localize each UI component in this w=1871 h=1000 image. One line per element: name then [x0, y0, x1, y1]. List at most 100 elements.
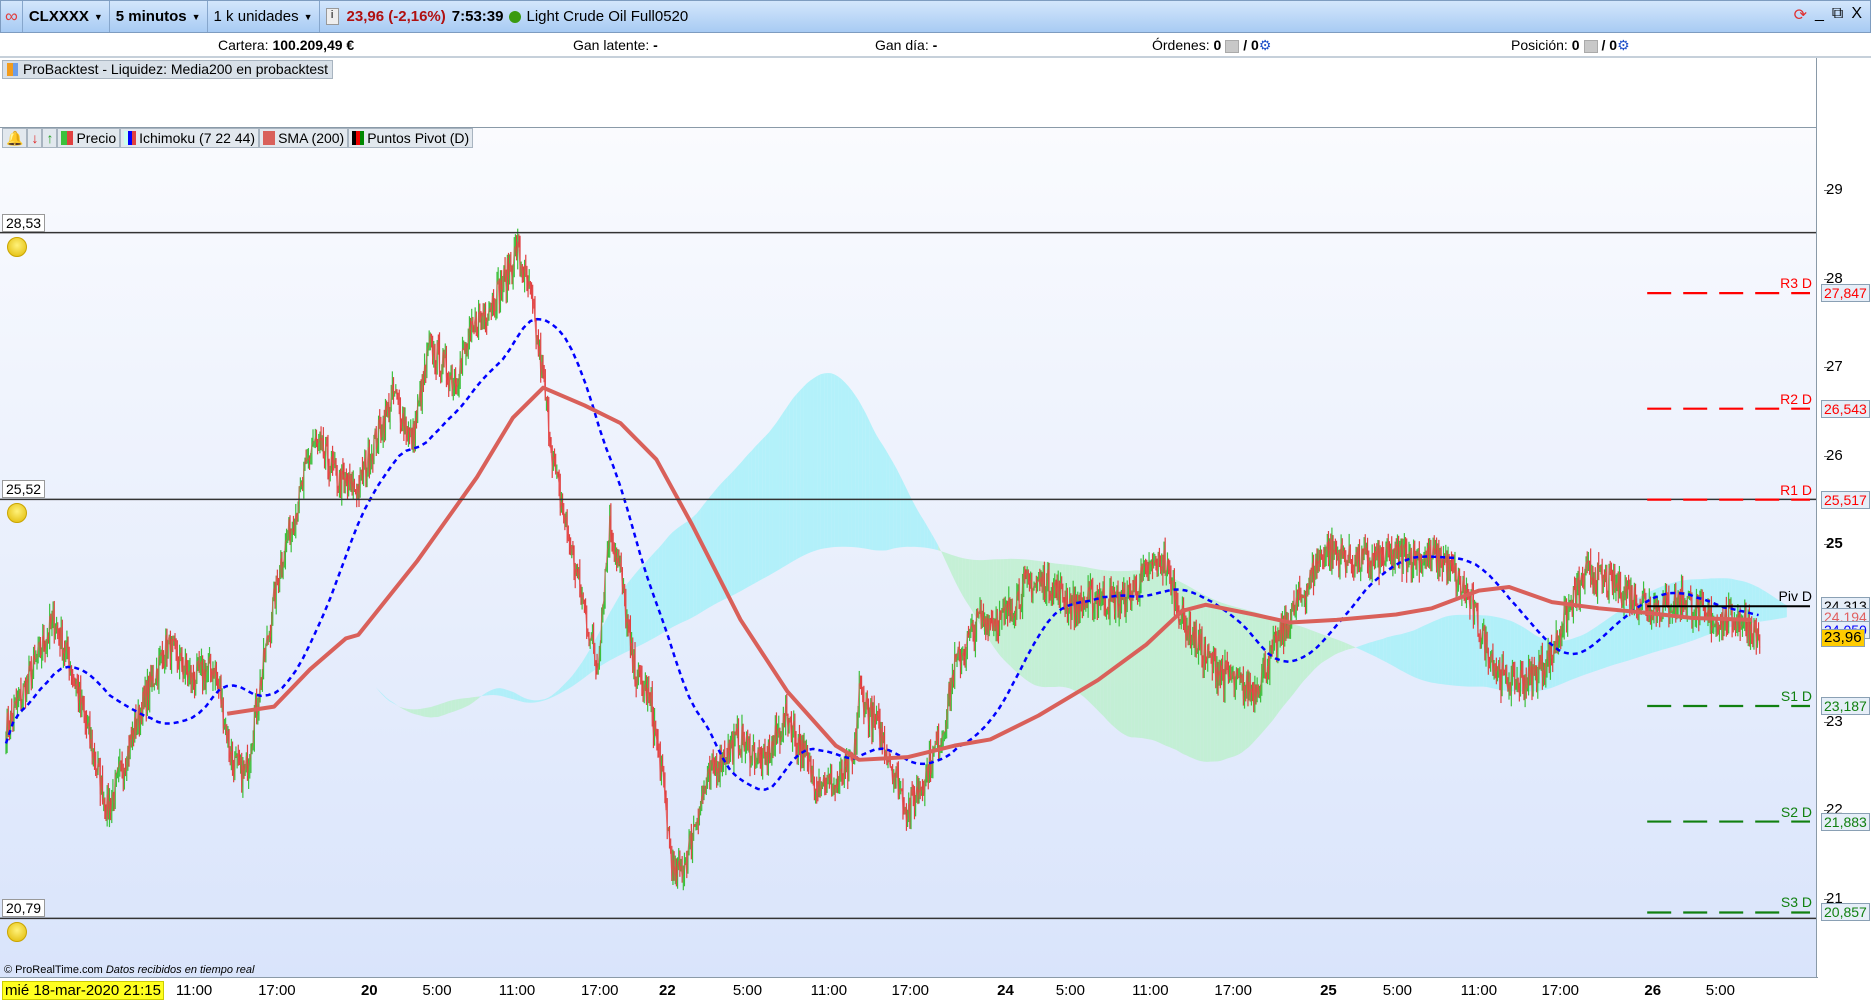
ichimoku-cloud-segment [972, 559, 977, 618]
ichimoku-cloud-segment [348, 667, 352, 669]
ichimoku-cloud-segment [851, 390, 856, 548]
hline-label[interactable]: 28,53 [2, 213, 46, 232]
legend-precio[interactable]: Precio [57, 128, 121, 148]
ichimoku-cloud-segment [1607, 616, 1611, 667]
ichimoku-cloud-segment [555, 689, 559, 696]
cancel-orders-icon[interactable] [1225, 39, 1240, 53]
ichimoku-cloud-segment [1397, 634, 1401, 671]
units-dropdown[interactable]: 1 k unidades ▼ [208, 1, 320, 32]
gear-icon[interactable]: ⚙ [1259, 37, 1272, 53]
gan-latente: Gan latente: - [573, 37, 658, 53]
ichimoku-cloud-segment [330, 668, 335, 671]
legend-ichimoku[interactable]: Ichimoku (7 22 44) [120, 128, 260, 148]
hline-label[interactable]: 20,79 [2, 899, 46, 918]
ichimoku-cloud-segment [1428, 622, 1432, 683]
x-tick-label: 5:00 [1705, 982, 1735, 999]
legend-sma[interactable]: SMA (200) [259, 128, 349, 148]
backtest-title[interactable]: ProBacktest - Liquidez: Media200 en prob… [2, 60, 334, 79]
ichimoku-cloud-segment [603, 617, 607, 665]
ichimoku-cloud-segment [941, 551, 946, 560]
minimize-icon[interactable]: _ [1815, 5, 1824, 25]
ichimoku-cloud-segment [903, 482, 908, 547]
ichimoku-cloud-segment [493, 688, 497, 696]
x-tick-label: 5:00 [732, 982, 763, 999]
close-position-icon[interactable] [1583, 39, 1598, 53]
backtest-pane: ProBacktest - Liquidez: Media200 en prob… [0, 58, 1817, 128]
price-axis[interactable]: 21 22 23 25 26 27 28 29 27,847 26,543 25,517 24,313… [1818, 128, 1871, 977]
ichimoku-cloud-segment [399, 706, 404, 710]
ichimoku-cloud-segment [317, 681, 321, 686]
ichimoku-cloud-segment [282, 723, 287, 729]
timeframe-dropdown[interactable]: 5 minutos ▼ [110, 1, 208, 32]
ichimoku-cloud-segment [1448, 615, 1453, 686]
alert-bell-icon[interactable] [7, 236, 27, 257]
ichimoku-cloud-segment [955, 556, 959, 589]
ichimoku-cloud-segment [1466, 614, 1470, 687]
ichimoku-cloud-segment [527, 699, 532, 703]
ichimoku-cloud-segment [531, 699, 535, 703]
ichimoku-cloud-segment [551, 692, 556, 698]
ichimoku-cloud-segment [1379, 638, 1384, 661]
ichimoku-cloud-segment [1303, 627, 1308, 681]
ichimoku-cloud-segment [841, 379, 846, 547]
ichimoku-cloud-segment [1562, 640, 1567, 684]
ichimoku-cloud-segment [948, 553, 952, 575]
ichimoku-cloud-segment [731, 469, 735, 597]
ichimoku-cloud-segment [1383, 637, 1387, 663]
ichimoku-cloud-segment [513, 692, 518, 701]
ichimoku-cloud-segment [1376, 639, 1380, 659]
ichimoku-cloud-segment [917, 510, 921, 548]
ichimoku-cloud-segment [934, 539, 939, 551]
x-tick-label: 17:00 [580, 982, 619, 999]
sell-arrow-button[interactable]: ↓ [27, 128, 43, 148]
ichimoku-cloud-segment [286, 717, 290, 724]
price-chart[interactable]: 🔔 ↓ ↑ Precio Ichimoku (7 22 44) SMA (200… [0, 128, 1817, 977]
ichimoku-cloud-segment [965, 558, 970, 607]
ichimoku-cloud-segment [789, 398, 794, 564]
ichimoku-cloud-segment [920, 515, 925, 548]
ichimoku-cloud-segment [1365, 642, 1370, 654]
ichimoku-cloud-segment [1362, 643, 1366, 653]
ichimoku-cloud-segment [1393, 634, 1398, 669]
legend-pivot[interactable]: Puntos Pivot (D) [348, 128, 474, 148]
x-tick-label: 11:00 [810, 982, 848, 999]
sync-icon[interactable]: ⟳ [1794, 5, 1807, 25]
ichimoku-cloud-segment [648, 555, 652, 642]
symbol-dropdown[interactable]: CLXXXX ▼ [23, 1, 110, 32]
close-icon[interactable]: X [1851, 5, 1862, 25]
ichimoku-cloud-segment [1410, 630, 1415, 678]
link-icon[interactable]: ∞ [1, 1, 23, 32]
ichimoku-cloud-segment [1407, 631, 1411, 676]
ichimoku-cloud-segment [1586, 630, 1591, 675]
units-label: 1 k unidades [213, 8, 299, 25]
ichimoku-cloud-segment [655, 547, 659, 638]
x-tick-label: 11:00 [498, 982, 536, 999]
gear-icon[interactable]: ⚙ [1617, 37, 1630, 53]
ichimoku-cloud-segment [427, 707, 432, 718]
x-tick-label: 17:00 [891, 982, 930, 999]
ichimoku-cloud-segment [1417, 627, 1422, 680]
ichimoku-cloud-segment [586, 649, 590, 677]
alert-bell-button[interactable]: 🔔 [2, 128, 28, 148]
ichimoku-cloud-segment [1296, 625, 1301, 690]
ichimoku-cloud-segment [506, 689, 511, 699]
ichimoku-cloud-segment [489, 689, 494, 696]
ichimoku-cloud-segment [845, 382, 849, 547]
ichimoku-cloud-segment [451, 699, 456, 713]
time-axis[interactable]: mié 18-mar-2020 21:15 11:00 17:00 20 5:00 11… [0, 977, 1818, 1000]
x-tick-label: 5:00 [1382, 982, 1413, 999]
ichimoku-cloud-segment [831, 373, 835, 548]
ichimoku-cloud-segment [679, 524, 683, 624]
hline-label[interactable]: 25,52 [2, 480, 46, 499]
ichimoku-cloud-segment [403, 708, 407, 711]
restore-icon[interactable]: ⧉ [1832, 5, 1843, 25]
ichimoku-cloud-segment [772, 423, 777, 574]
ichimoku-cloud-segment [869, 420, 873, 550]
ichimoku-cloud-segment [355, 670, 359, 672]
cursor-date: mié 18-mar-2020 21:15 [2, 981, 164, 1000]
info-icon[interactable]: i [325, 8, 339, 25]
buy-arrow-button[interactable]: ↑ [42, 128, 58, 148]
ichimoku-cloud-segment [1469, 614, 1473, 687]
y-tick-label: 29 [1824, 181, 1843, 198]
ichimoku-cloud-segment [617, 593, 621, 657]
